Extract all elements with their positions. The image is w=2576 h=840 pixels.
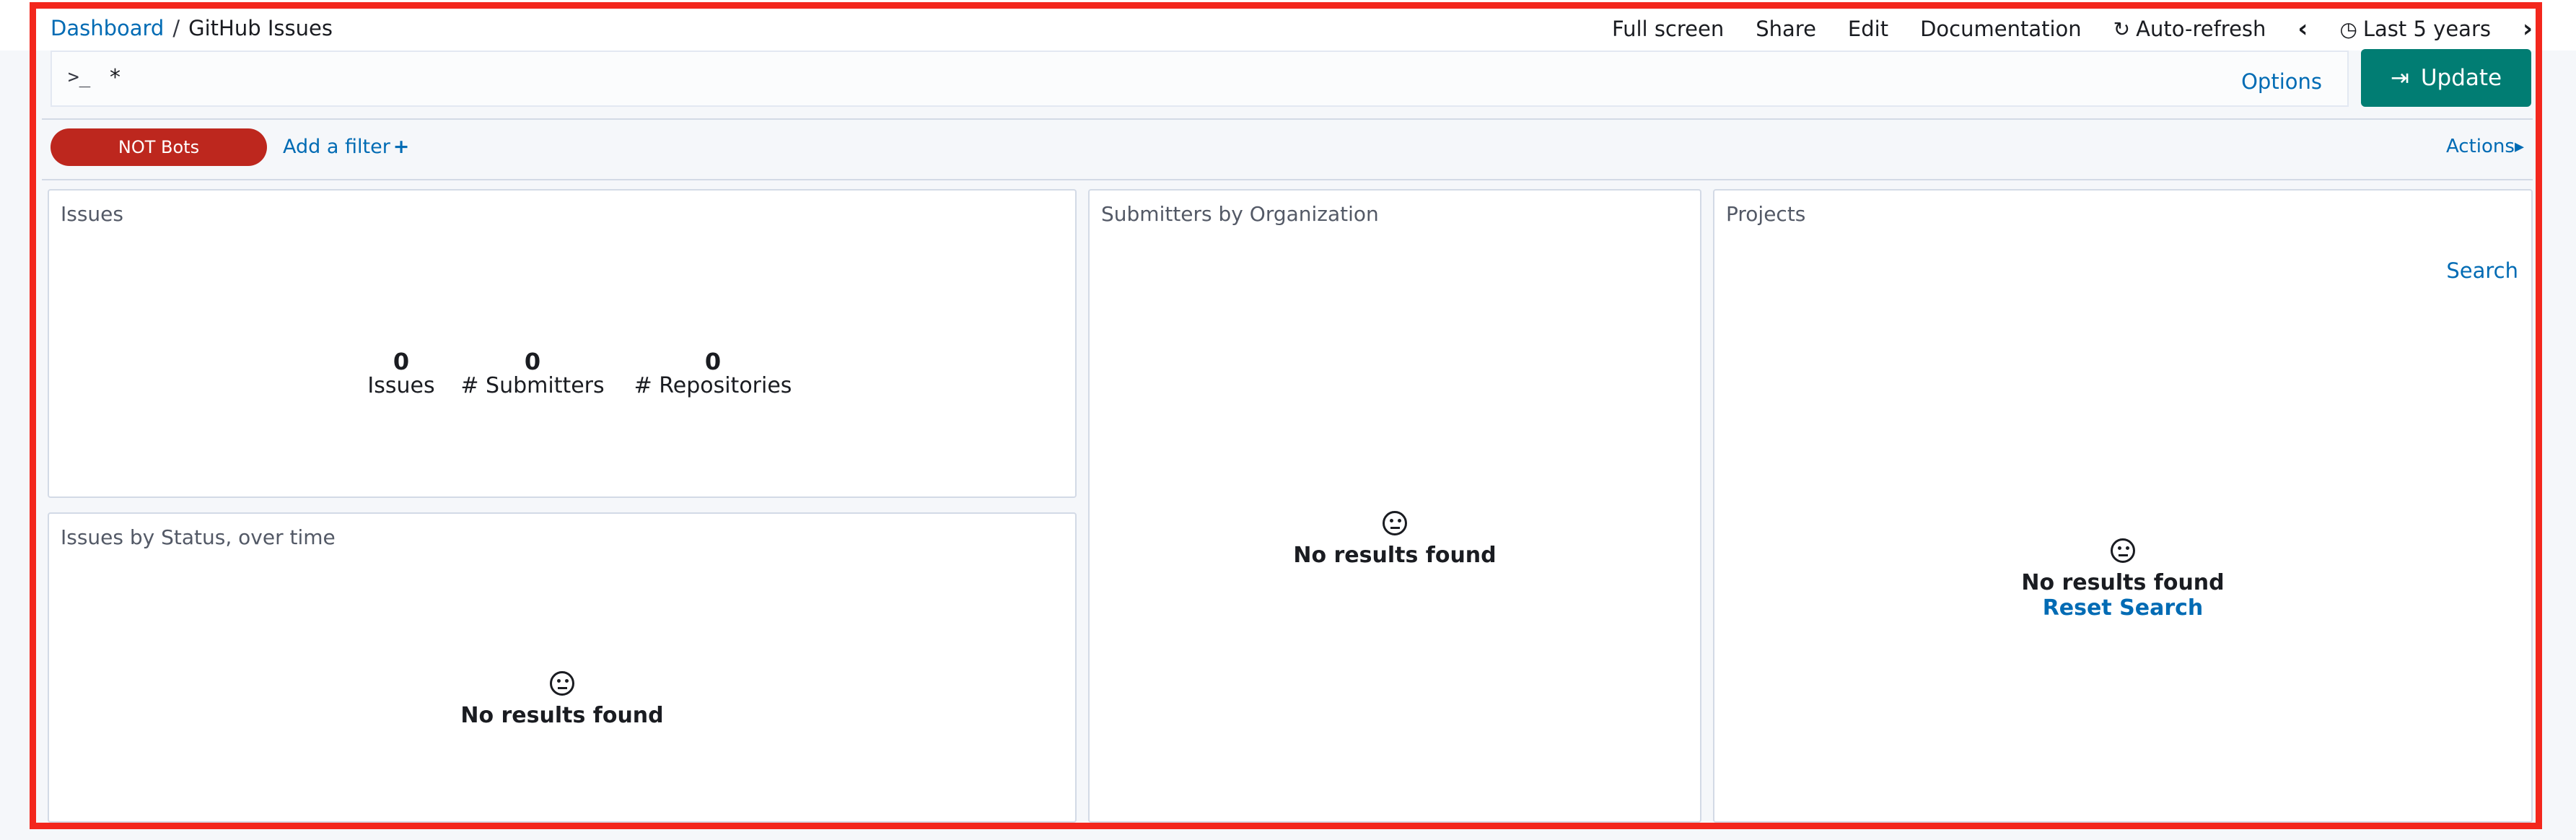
search-link[interactable]: Search (2446, 258, 2518, 283)
add-filter-label: Add a filter (283, 136, 390, 158)
caret-right-icon: ▸ (2514, 136, 2524, 157)
metric-value: 0 (524, 348, 541, 375)
no-results: No results found (49, 671, 1075, 728)
auto-refresh-button[interactable]: ↻ Auto-refresh (2113, 17, 2266, 41)
actions-button[interactable]: Actions▸ (2446, 136, 2524, 157)
time-picker-button[interactable]: ◷ Last 5 years (2339, 17, 2491, 41)
chevron-left-icon[interactable]: ‹ (2297, 14, 2308, 43)
full-screen-button[interactable]: Full screen (1612, 17, 1724, 41)
query-value: * (110, 65, 121, 90)
panel-issues-by-status: Issues by Status, over time No results f… (48, 512, 1077, 823)
filter-bar (42, 118, 2533, 180)
metric-value: 0 (704, 348, 722, 375)
reset-search-link[interactable]: Reset Search (1714, 595, 2531, 621)
top-menu: Full screen Share Edit Documentation ↻ A… (1612, 14, 2533, 43)
no-results-text: No results found (460, 703, 664, 728)
breadcrumb-separator: / (172, 16, 180, 40)
actions-label: Actions (2445, 136, 2515, 157)
documentation-button[interactable]: Documentation (1920, 17, 2082, 41)
edit-button[interactable]: Edit (1848, 17, 1888, 41)
neutral-face-icon (550, 671, 574, 696)
metric-label: # Repositories (634, 373, 792, 398)
metric-value: 0 (393, 348, 410, 375)
metric-label: # Submitters (460, 373, 605, 398)
query-input[interactable]: >_ * Options (51, 51, 2349, 107)
metric-submitters: 0 # Submitters (460, 349, 605, 398)
clock-icon: ◷ (2339, 17, 2357, 41)
no-results: No results found (1090, 511, 1700, 568)
panel-submitters-by-organization: Submitters by Organization No results fo… (1088, 189, 1701, 823)
options-link[interactable]: Options (2241, 69, 2322, 94)
chevron-right-icon[interactable]: › (2523, 14, 2533, 43)
panel-projects: Projects Search No results found Reset S… (1713, 189, 2533, 823)
update-button[interactable]: ⇥ Update (2361, 49, 2531, 107)
metric-issues: 0 Issues (358, 349, 444, 398)
share-button[interactable]: Share (1756, 17, 1816, 41)
query-prompt-icon: >_ (68, 66, 91, 88)
refresh-icon: ↻ (2113, 17, 2131, 41)
metric-label: Issues (367, 373, 435, 398)
no-results-text: No results found (2021, 570, 2225, 595)
breadcrumb-dashboard-link[interactable]: Dashboard (51, 16, 164, 40)
neutral-face-icon (1383, 511, 1407, 535)
panel-title: Submitters by Organization (1101, 202, 1379, 226)
metric-repositories: 0 # Repositories (626, 349, 799, 398)
filter-pill-not-bots[interactable]: NOT Bots (51, 128, 267, 166)
top-navigation: Dashboard / GitHub Issues Full screen Shar… (0, 0, 2576, 51)
neutral-face-icon (2111, 538, 2135, 563)
plus-icon: + (393, 136, 410, 158)
panel-title: Issues by Status, over time (61, 525, 336, 549)
breadcrumb-current: GitHub Issues (188, 16, 333, 40)
no-results-text: No results found (1293, 543, 1497, 568)
breadcrumb: Dashboard / GitHub Issues (51, 16, 333, 40)
refresh-arrow-icon: ⇥ (2390, 65, 2409, 91)
add-filter-button[interactable]: Add a filter + (283, 136, 409, 158)
panel-title: Issues (61, 202, 123, 226)
no-results: No results found Reset Search (1714, 538, 2531, 621)
panel-title: Projects (1726, 202, 1806, 226)
time-range-label: Last 5 years (2362, 17, 2491, 41)
panel-issues: Issues 0 Issues 0 # Submitters 0 # Repos… (48, 189, 1077, 498)
auto-refresh-label: Auto-refresh (2136, 17, 2266, 41)
update-label: Update (2420, 65, 2502, 91)
